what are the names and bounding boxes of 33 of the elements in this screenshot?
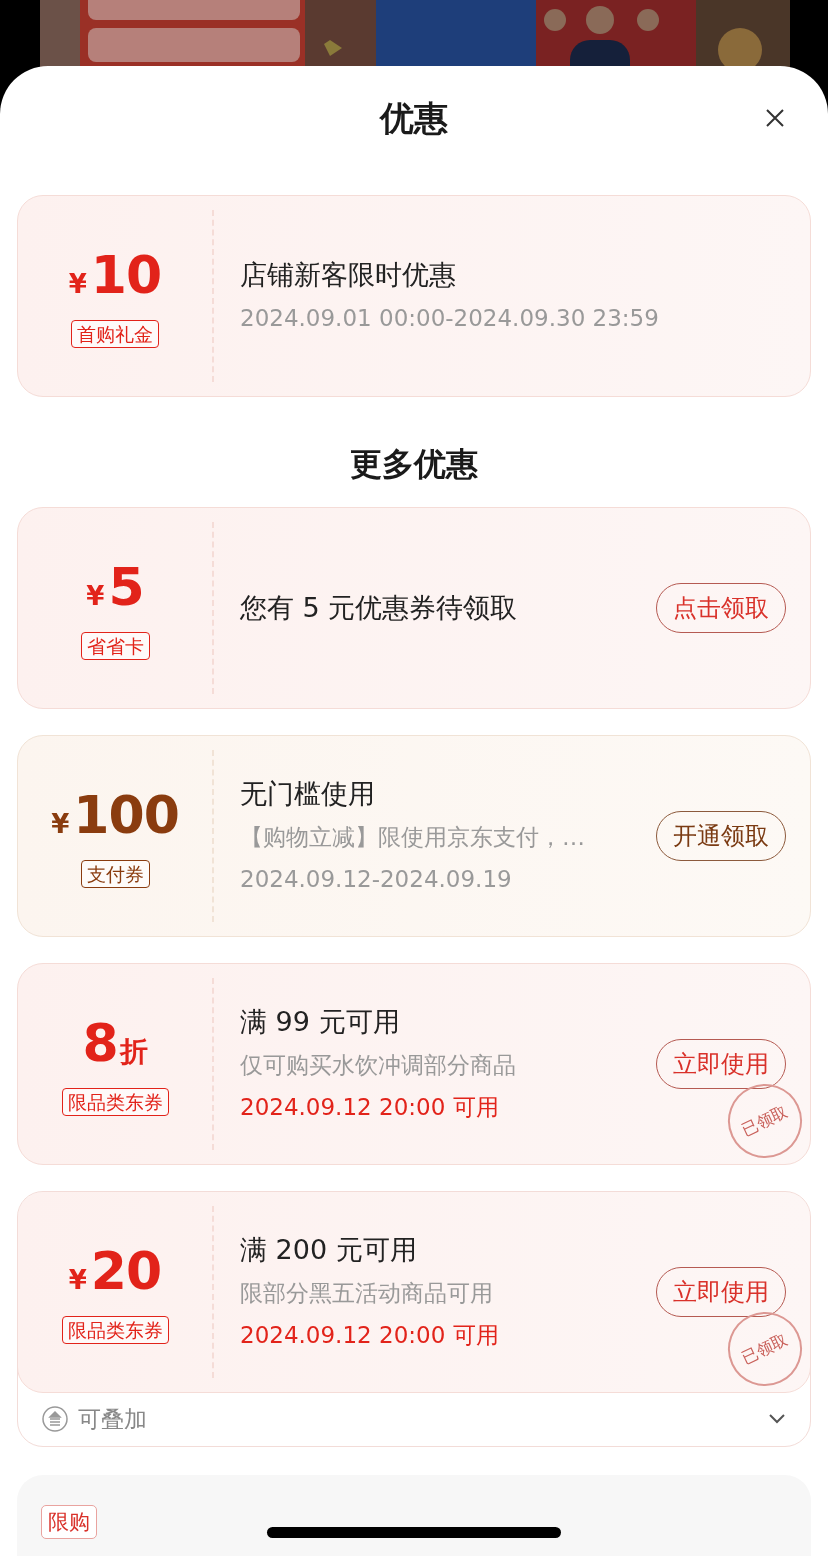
coupon-title: 满 200 元可用	[240, 1234, 418, 1266]
coupon-tag: 首购礼金	[71, 319, 159, 348]
valid-time: 2024.09.12 20:00 可用	[240, 1321, 500, 1350]
coupon-tag: 限品类东券	[61, 1087, 169, 1116]
close-icon[interactable]	[766, 109, 784, 127]
coupon-value: ¥10	[68, 244, 162, 307]
section-title: 更多优惠	[349, 444, 479, 485]
coupon-value: ¥20	[68, 1240, 162, 1303]
coupon-detail: 【购物立减】限使用京东支付，…	[240, 823, 586, 852]
coupon-value: 8折	[82, 1012, 148, 1075]
coupon-tag: 省省卡	[80, 631, 150, 660]
coupon-tag: 限品类东券	[61, 1315, 169, 1344]
coupon-detail: 仅可购买水饮冲调部分商品	[240, 1051, 517, 1080]
claim-button[interactable]: 开通领取	[656, 811, 786, 861]
coupon-title: 无门槛使用	[240, 778, 376, 810]
coupon-detail: 2024.09.01 00:00-2024.09.30 23:59	[240, 304, 660, 333]
coupon-value: ¥100	[51, 784, 179, 847]
coupon-tag: 支付券	[80, 859, 150, 888]
coupon-title: 您有 5 元优惠券待领取	[240, 592, 519, 624]
stack-icon	[42, 1406, 68, 1432]
coupon-detail: 限部分黑五活动商品可用	[240, 1279, 494, 1308]
stack-label: 可叠加	[78, 1404, 148, 1434]
chevron-down-icon[interactable]	[768, 1413, 786, 1425]
claim-button[interactable]: 立即使用	[656, 1267, 786, 1317]
claim-button[interactable]: 立即使用	[656, 1039, 786, 1089]
coupon-title: 满 99 元可用	[240, 1006, 401, 1038]
valid-time: 2024.09.12 20:00 可用	[240, 1093, 500, 1122]
coupon-title: 店铺新客限时优惠	[240, 259, 457, 291]
coupon-value: ¥5	[86, 556, 144, 619]
sheet-title: 优惠	[380, 98, 448, 138]
coupon-detail: 2024.09.12-2024.09.19	[240, 865, 513, 894]
claim-button[interactable]: 点击领取	[656, 583, 786, 633]
limit-tag: 限购	[41, 1505, 97, 1539]
